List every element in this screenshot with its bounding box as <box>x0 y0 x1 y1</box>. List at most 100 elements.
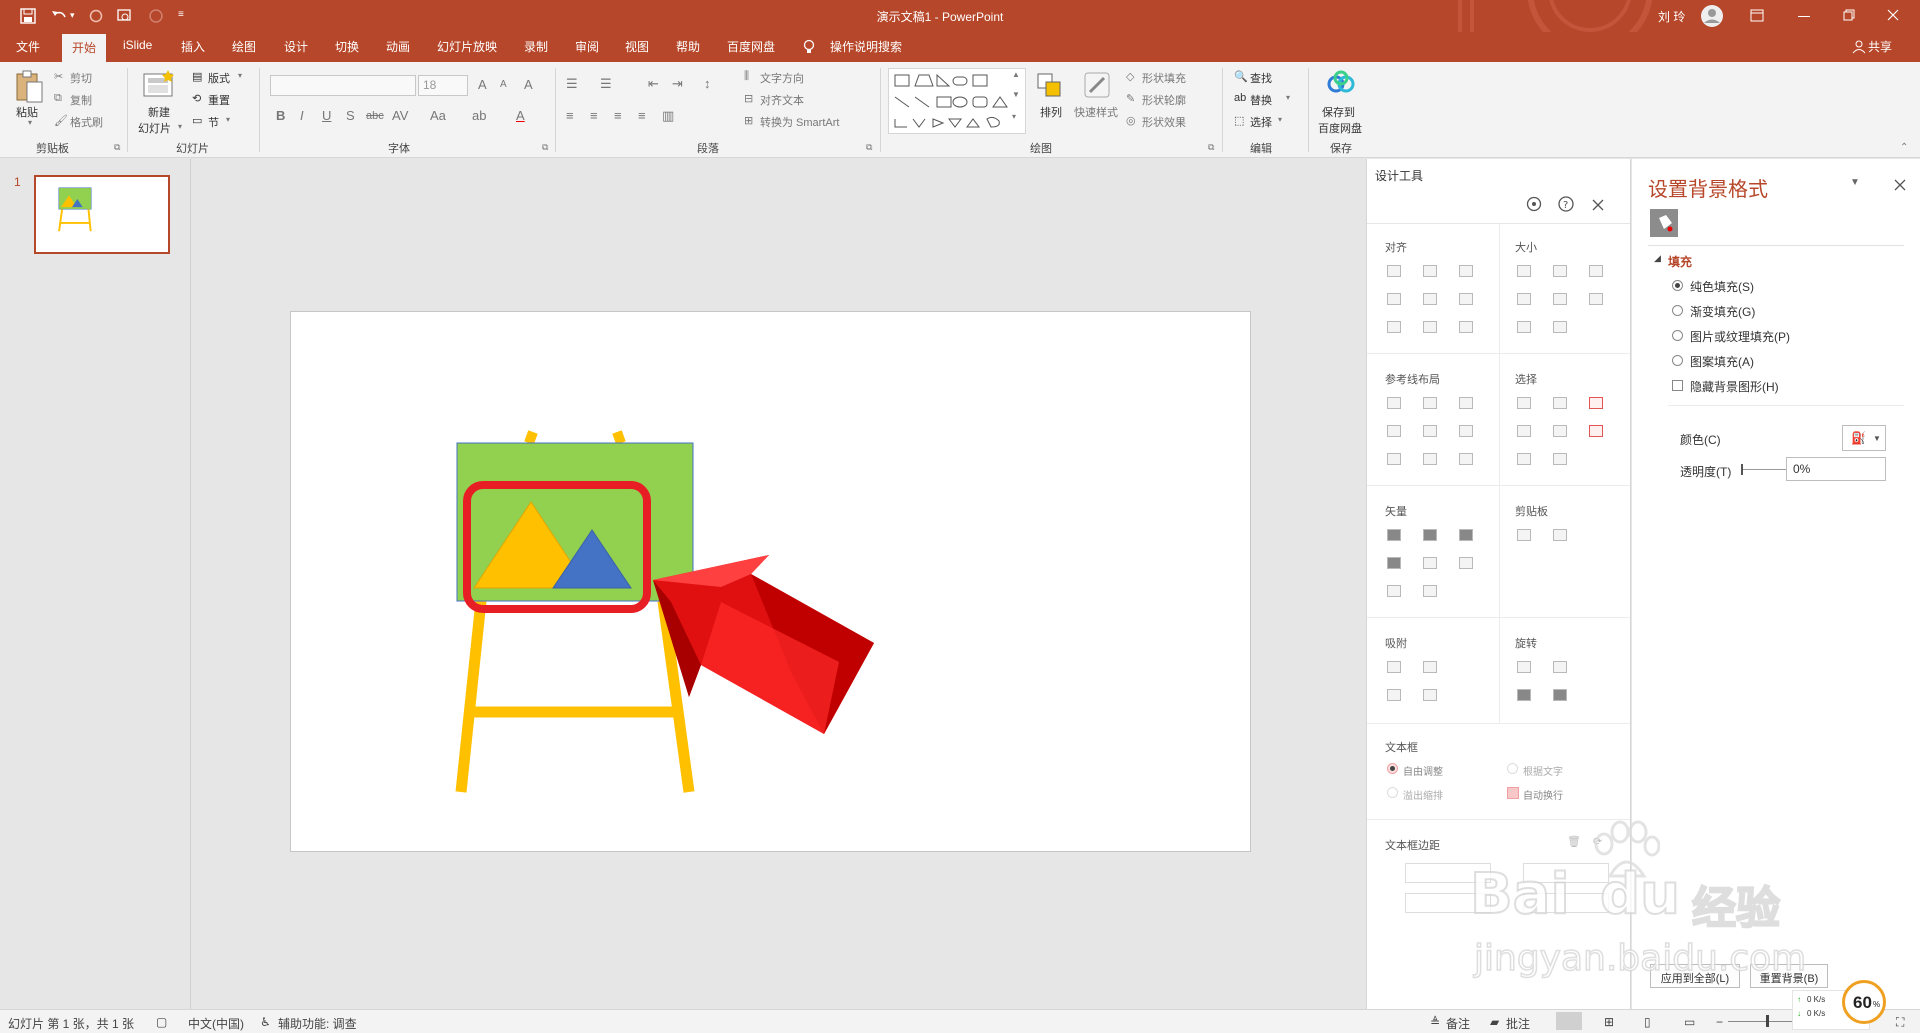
align-right-icon[interactable]: ≡ <box>614 108 622 123</box>
tab-file[interactable]: 文件 <box>16 38 40 55</box>
shape-outline-button[interactable]: 形状轮廓 <box>1142 92 1186 108</box>
tab-transitions[interactable]: 切换 <box>335 38 359 55</box>
section-button[interactable]: 节 <box>208 114 219 130</box>
guide-width-icon[interactable] <box>1387 453 1401 465</box>
line-spacing-icon[interactable]: ↕ <box>704 76 711 91</box>
cut-button[interactable]: 剪切 <box>70 70 92 86</box>
shape-effects-icon[interactable]: ◎ <box>1126 114 1136 127</box>
align-text-icon[interactable]: ⊟ <box>744 92 753 105</box>
tab-animations[interactable]: 动画 <box>386 38 410 55</box>
format-painter-icon[interactable]: 🖌 <box>54 114 68 127</box>
undo-icon[interactable] <box>50 8 68 24</box>
replace-icon[interactable]: ab <box>1234 92 1246 104</box>
rotate-left-icon[interactable] <box>1517 661 1531 673</box>
shrink-font-button[interactable]: A <box>500 79 507 90</box>
combine-icon[interactable] <box>1423 529 1437 541</box>
transparency-slider[interactable] <box>1742 469 1786 470</box>
guide-left-icon[interactable] <box>1387 397 1401 409</box>
help-icon[interactable]: ? <box>1557 195 1575 213</box>
gallery-down-icon[interactable]: ▼ <box>1012 90 1020 99</box>
zoom-out-icon[interactable]: − <box>1716 1015 1723 1029</box>
guide-center-icon[interactable] <box>1423 397 1437 409</box>
spellcheck-icon[interactable]: ▢ <box>156 1015 167 1029</box>
snap-right-icon[interactable] <box>1423 661 1437 673</box>
customize-icon[interactable]: ≡ <box>178 9 184 20</box>
close-button[interactable] <box>1887 9 1899 21</box>
numbering-icon[interactable]: ☰ <box>600 76 612 92</box>
gradient-fill-radio[interactable] <box>1672 305 1683 316</box>
arrange-button[interactable]: 排列 <box>1040 104 1062 120</box>
replace-dropdown-icon[interactable]: ▾ <box>1286 93 1290 102</box>
new-slide-button[interactable]: 幻灯片 <box>138 120 171 136</box>
select-all-icon[interactable] <box>1589 397 1603 409</box>
new-slide-dropdown-icon[interactable]: ▾ <box>178 122 182 131</box>
tab-insert[interactable]: 插入 <box>181 38 205 55</box>
smartart-icon[interactable]: ⊞ <box>744 114 753 127</box>
replace-button[interactable]: 替换 <box>1250 92 1272 108</box>
tab-baidu-netdisk[interactable]: 百度网盘 <box>727 38 775 55</box>
touch-mode-icon[interactable] <box>116 8 134 24</box>
zoom-slider-thumb[interactable] <box>1766 1015 1769 1027</box>
pattern-fill-radio[interactable] <box>1672 355 1683 366</box>
select-button[interactable]: 选择 <box>1250 114 1272 130</box>
font-name-combo[interactable] <box>270 75 416 96</box>
solid-fill-radio[interactable] <box>1672 280 1683 291</box>
settings-icon[interactable] <box>1525 195 1543 213</box>
shape-effects-button[interactable]: 形状效果 <box>1142 114 1186 130</box>
char-spacing-button[interactable]: AV <box>392 108 408 123</box>
change-case-button[interactable]: Aa <box>430 108 446 123</box>
guide-bottom-icon[interactable] <box>1459 425 1473 437</box>
tab-record[interactable]: 录制 <box>524 38 548 55</box>
clipboard-launcher-icon[interactable]: ⧉ <box>114 142 120 153</box>
copy-button[interactable]: 复制 <box>70 92 92 108</box>
distribute-h-icon[interactable] <box>1387 321 1401 333</box>
accessibility-status[interactable]: 辅助功能: 调查 <box>278 1015 357 1032</box>
guide-middle-icon[interactable] <box>1423 425 1437 437</box>
bold-button[interactable]: B <box>276 108 285 123</box>
italic-button[interactable]: I <box>300 108 304 123</box>
save-to-baidu-button[interactable]: 百度网盘 <box>1318 120 1362 136</box>
collapse-fill-icon[interactable]: ◢ <box>1654 253 1661 264</box>
new-slide-icon[interactable] <box>142 70 176 100</box>
strikethrough-button[interactable]: abc <box>366 110 384 122</box>
snap-top-icon[interactable] <box>1387 689 1401 701</box>
size-top-icon[interactable] <box>1517 321 1531 333</box>
text-shadow-button[interactable]: S <box>346 108 355 123</box>
justify-icon[interactable]: ≡ <box>638 108 646 123</box>
arrange-icon[interactable] <box>1036 72 1064 100</box>
zoom-level-circle[interactable]: 60 % <box>1842 980 1886 1024</box>
section-dropdown-icon[interactable]: ▾ <box>226 115 230 124</box>
quick-styles-button[interactable]: 快速样式 <box>1074 104 1118 120</box>
copy-icon[interactable]: ⧉ <box>54 92 62 105</box>
layout-button[interactable]: 版式 <box>208 70 230 86</box>
new-slide-label[interactable]: 新建 <box>148 104 170 120</box>
tab-draw[interactable]: 绘图 <box>232 38 256 55</box>
comments-button[interactable]: 批注 <box>1506 1015 1530 1032</box>
text-direction-button[interactable]: 文字方向 <box>760 70 804 86</box>
gallery-more-icon[interactable]: ▾ <box>1012 112 1016 121</box>
flip-horizontal-icon[interactable] <box>1553 689 1567 701</box>
rotate-right-icon[interactable] <box>1553 661 1567 673</box>
layout-dropdown-icon[interactable]: ▾ <box>238 71 242 80</box>
minimize-button[interactable] <box>1798 16 1810 17</box>
tab-home[interactable]: 开始 <box>62 34 107 62</box>
select-pointer-icon[interactable] <box>1589 425 1603 437</box>
find-button[interactable]: 查找 <box>1250 70 1272 86</box>
notes-button[interactable]: 备注 <box>1446 1015 1470 1032</box>
cut-icon[interactable]: ✂ <box>54 70 63 83</box>
tab-islide[interactable]: iSlide <box>123 38 152 52</box>
align-left-icon[interactable]: ≡ <box>566 108 574 123</box>
distribute-v-icon[interactable] <box>1423 321 1437 333</box>
select-dropdown-icon[interactable]: ▾ <box>1278 115 1282 124</box>
zoom-slider[interactable] <box>1728 1021 1798 1022</box>
tab-slideshow[interactable]: 幻灯片放映 <box>437 38 497 55</box>
same-width-icon[interactable] <box>1517 265 1531 277</box>
pane-options-icon[interactable]: ▼ <box>1850 177 1860 188</box>
merge-shapes-icon[interactable] <box>1423 585 1437 597</box>
increase-indent-icon[interactable]: ⇥ <box>672 76 683 92</box>
reset-button[interactable]: 重置 <box>208 92 230 108</box>
hide-bg-label[interactable]: 隐藏背景图形(H) <box>1690 378 1779 395</box>
slide-canvas[interactable] <box>290 311 1251 852</box>
fill-tab-icon[interactable] <box>1650 209 1678 237</box>
size-fit-icon[interactable] <box>1589 293 1603 305</box>
